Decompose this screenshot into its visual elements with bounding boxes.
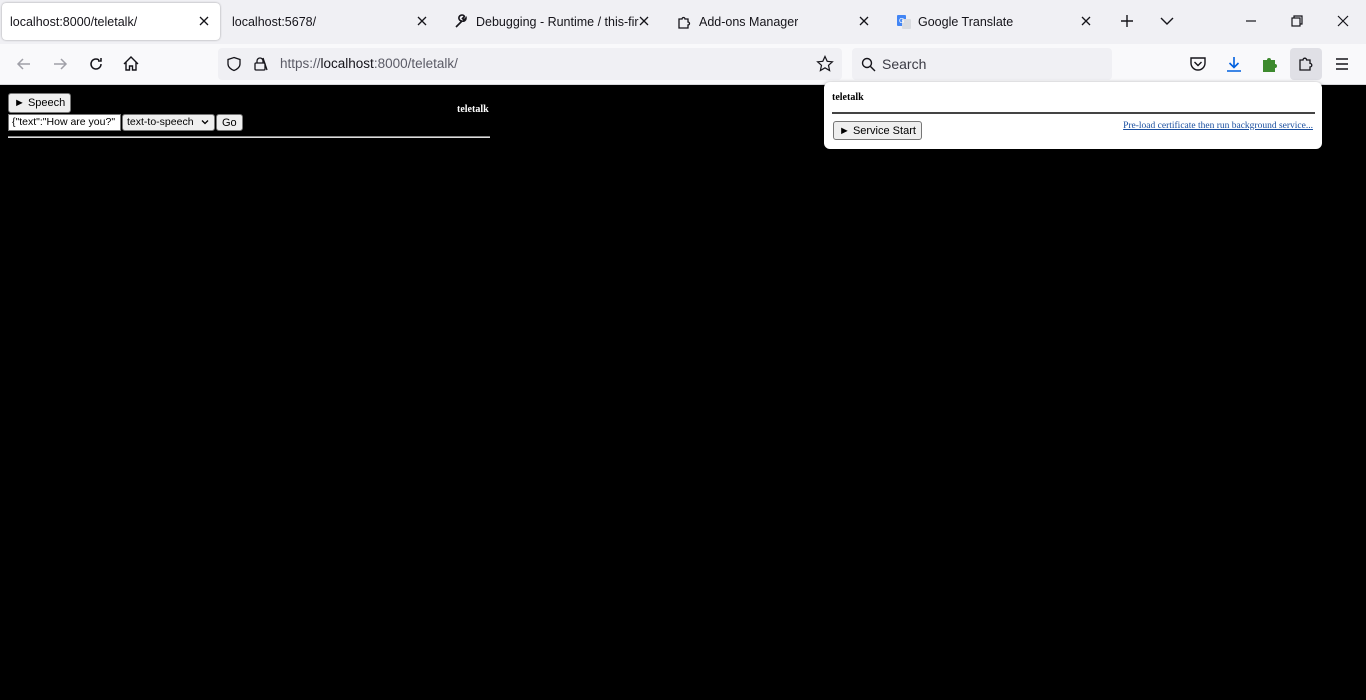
go-button[interactable]: Go xyxy=(216,114,243,131)
back-icon[interactable] xyxy=(14,54,34,74)
lock-warning-icon[interactable] xyxy=(252,56,268,72)
google-translate-icon: G xyxy=(897,14,911,29)
puzzle-icon xyxy=(678,16,691,29)
extensions-button[interactable] xyxy=(1290,48,1322,80)
service-start-button[interactable]: ► Service Start xyxy=(833,121,922,140)
divider xyxy=(8,136,490,138)
request-input[interactable]: {"text":"How are you?" xyxy=(8,114,121,131)
tab-teletalk[interactable]: localhost:8000/teletalk/ xyxy=(2,3,220,40)
url-bar[interactable]: https://localhost:8000/teletalk/ xyxy=(218,48,842,80)
svg-text:G: G xyxy=(899,18,904,25)
search-icon xyxy=(861,57,876,72)
close-tab-icon[interactable] xyxy=(1078,13,1094,29)
tab-google-translate[interactable]: G Google Translate xyxy=(890,3,1102,40)
restore-icon[interactable] xyxy=(1288,12,1306,30)
tab-title: Add-ons Manager xyxy=(699,14,799,29)
tab-debugging[interactable]: Debugging - Runtime / this-fir xyxy=(446,3,658,40)
search-bar[interactable]: Search xyxy=(852,48,1112,80)
preload-certificate-link[interactable]: Pre-load certificate then run background… xyxy=(1123,121,1313,131)
tab-title: localhost:5678/ xyxy=(232,14,317,29)
minimize-icon[interactable] xyxy=(1242,12,1260,30)
navigation-toolbar: https://localhost:8000/teletalk/ Search xyxy=(0,44,1366,85)
tab-title: Google Translate xyxy=(918,14,1014,29)
mode-select[interactable]: text-to-speech xyxy=(122,114,215,131)
close-tab-icon[interactable] xyxy=(414,13,430,29)
new-tab-icon[interactable] xyxy=(1118,12,1136,30)
downloads-icon[interactable] xyxy=(1224,54,1244,74)
tab-strip: localhost:8000/teletalk/ localhost:5678/… xyxy=(0,0,1366,44)
extension-puzzle-green-icon[interactable] xyxy=(1260,54,1280,74)
tab-title: localhost:8000/teletalk/ xyxy=(10,14,138,29)
extension-popup: teletalk ► Service Start Pre-load certif… xyxy=(824,82,1322,149)
url-path: :8000/teletalk/ xyxy=(373,56,458,71)
chevron-down-icon xyxy=(201,120,209,125)
wrench-icon xyxy=(455,13,467,28)
search-placeholder: Search xyxy=(882,56,927,72)
page-content: ► Speech {"text":"How are you?" text-to-… xyxy=(0,85,1366,700)
mode-select-value: text-to-speech xyxy=(127,116,194,128)
url-host: localhost xyxy=(320,56,374,71)
list-all-tabs-icon[interactable] xyxy=(1158,12,1176,30)
puzzle-icon xyxy=(1299,57,1313,71)
url-text[interactable]: https://localhost:8000/teletalk/ xyxy=(280,56,458,71)
pocket-icon[interactable] xyxy=(1188,54,1208,74)
url-scheme: https:// xyxy=(280,56,321,71)
tab-title: Debugging - Runtime / this-fir xyxy=(476,14,639,29)
close-window-icon[interactable] xyxy=(1334,12,1352,30)
page-title: teletalk xyxy=(457,104,489,115)
close-tab-icon[interactable] xyxy=(636,13,652,29)
popup-title: teletalk xyxy=(832,92,864,103)
forward-icon[interactable] xyxy=(50,54,70,74)
popup-divider xyxy=(832,112,1315,114)
tab-localhost-5678[interactable]: localhost:5678/ xyxy=(224,3,438,40)
reload-icon[interactable] xyxy=(86,54,106,74)
menu-icon[interactable] xyxy=(1332,54,1352,74)
close-tab-icon[interactable] xyxy=(196,13,212,29)
shield-icon[interactable] xyxy=(226,56,242,72)
bookmark-star-icon[interactable] xyxy=(816,55,834,73)
close-tab-icon[interactable] xyxy=(856,13,872,29)
speech-button[interactable]: ► Speech xyxy=(8,93,72,113)
tab-addons-manager[interactable]: Add-ons Manager xyxy=(668,3,880,40)
home-icon[interactable] xyxy=(121,54,141,74)
